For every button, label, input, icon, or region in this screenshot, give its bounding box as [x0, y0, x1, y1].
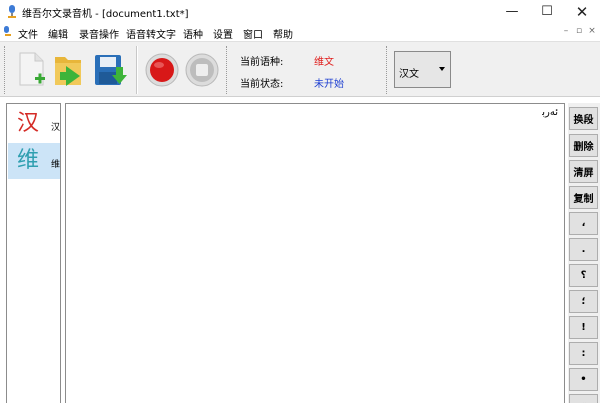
clear-screen-button[interactable]: 清屏	[569, 160, 598, 183]
stop-button[interactable]	[182, 49, 222, 91]
mdi-close-button[interactable]: ×	[586, 26, 598, 37]
language-item-uyghur[interactable]: 维 维	[8, 143, 60, 179]
maximize-button[interactable]: ☐	[530, 0, 564, 23]
editor-language-indicator: ﺋﻪﺭﺑ	[542, 107, 558, 118]
copy-button[interactable]: 复制	[569, 186, 598, 209]
current-status-value: 未开始	[314, 79, 344, 90]
bullet-button[interactable]: •	[569, 368, 598, 391]
close-button[interactable]: ✕	[565, 0, 599, 23]
menu-window[interactable]: 窗口	[243, 26, 263, 41]
window-title: 维吾尔文录音机 - [document1.txt*]	[22, 9, 189, 20]
semicolon-button[interactable]: ؛	[569, 290, 598, 313]
toolbar: 当前语种: 维文 当前状态: 未开始 汉文	[0, 41, 600, 97]
current-status-label: 当前状态:	[240, 79, 284, 90]
quote-button[interactable]: «	[569, 394, 598, 403]
menu-recording[interactable]: 录音操作	[79, 26, 119, 41]
new-document-button[interactable]	[12, 49, 52, 91]
text-editor[interactable]: ﺋﻪﺭﺑ	[65, 103, 565, 403]
delete-button[interactable]: 删除	[569, 134, 598, 157]
save-icon	[95, 55, 127, 85]
language-list: 汉 汉 维 维	[6, 103, 61, 403]
language-label: 维	[51, 160, 61, 170]
menu-edit[interactable]: 编辑	[48, 26, 68, 41]
menu-help[interactable]: 帮助	[273, 26, 293, 41]
chevron-down-icon	[439, 67, 445, 71]
title-bar: 维吾尔文录音机 - [document1.txt*] — ☐ ✕	[0, 0, 600, 23]
language-select-value: 汉文	[399, 69, 419, 80]
menu-speech-to-text[interactable]: 语音转文字	[126, 26, 176, 41]
toolbar-separator	[136, 46, 138, 94]
mdi-minimize-button[interactable]: –	[560, 26, 572, 37]
microphone-app-icon	[8, 5, 16, 18]
record-icon	[145, 53, 179, 87]
record-button[interactable]	[142, 49, 182, 91]
current-language-value: 维文	[314, 57, 334, 68]
colon-button[interactable]: :	[569, 342, 598, 365]
mdi-restore-button[interactable]: ▫	[573, 26, 585, 37]
language-item-chinese[interactable]: 汉 汉	[8, 106, 60, 142]
save-button[interactable]	[90, 49, 130, 91]
period-button[interactable]: .	[569, 238, 598, 261]
language-select[interactable]: 汉文	[394, 51, 451, 88]
side-button-panel: 换段 删除 清屏 复制 ، . ؟ ؛ ! : • «	[568, 103, 600, 403]
open-folder-icon	[55, 57, 81, 86]
comma-button[interactable]: ،	[569, 212, 598, 235]
toolbar-grip[interactable]	[226, 46, 229, 94]
exclamation-button[interactable]: !	[569, 316, 598, 339]
minimize-button[interactable]: —	[495, 0, 529, 23]
language-label: 汉	[51, 123, 61, 133]
new-document-icon	[19, 52, 45, 86]
language-glyph: 汉	[17, 111, 40, 136]
open-folder-button[interactable]	[49, 49, 89, 91]
menu-bar: 文件 编辑 录音操作 语音转文字 语种 设置 窗口 帮助 – ▫ ×	[0, 23, 600, 41]
menu-language[interactable]: 语种	[183, 26, 203, 41]
current-language-label: 当前语种:	[240, 57, 284, 68]
toolbar-grip[interactable]	[386, 46, 389, 94]
toolbar-grip[interactable]	[4, 46, 7, 94]
question-mark-button[interactable]: ؟	[569, 264, 598, 287]
menu-settings[interactable]: 设置	[213, 26, 233, 41]
new-paragraph-button[interactable]: 换段	[569, 107, 598, 130]
document-icon	[4, 26, 11, 36]
menu-file[interactable]: 文件	[18, 26, 38, 41]
stop-icon	[185, 53, 219, 87]
language-glyph: 维	[17, 148, 40, 173]
